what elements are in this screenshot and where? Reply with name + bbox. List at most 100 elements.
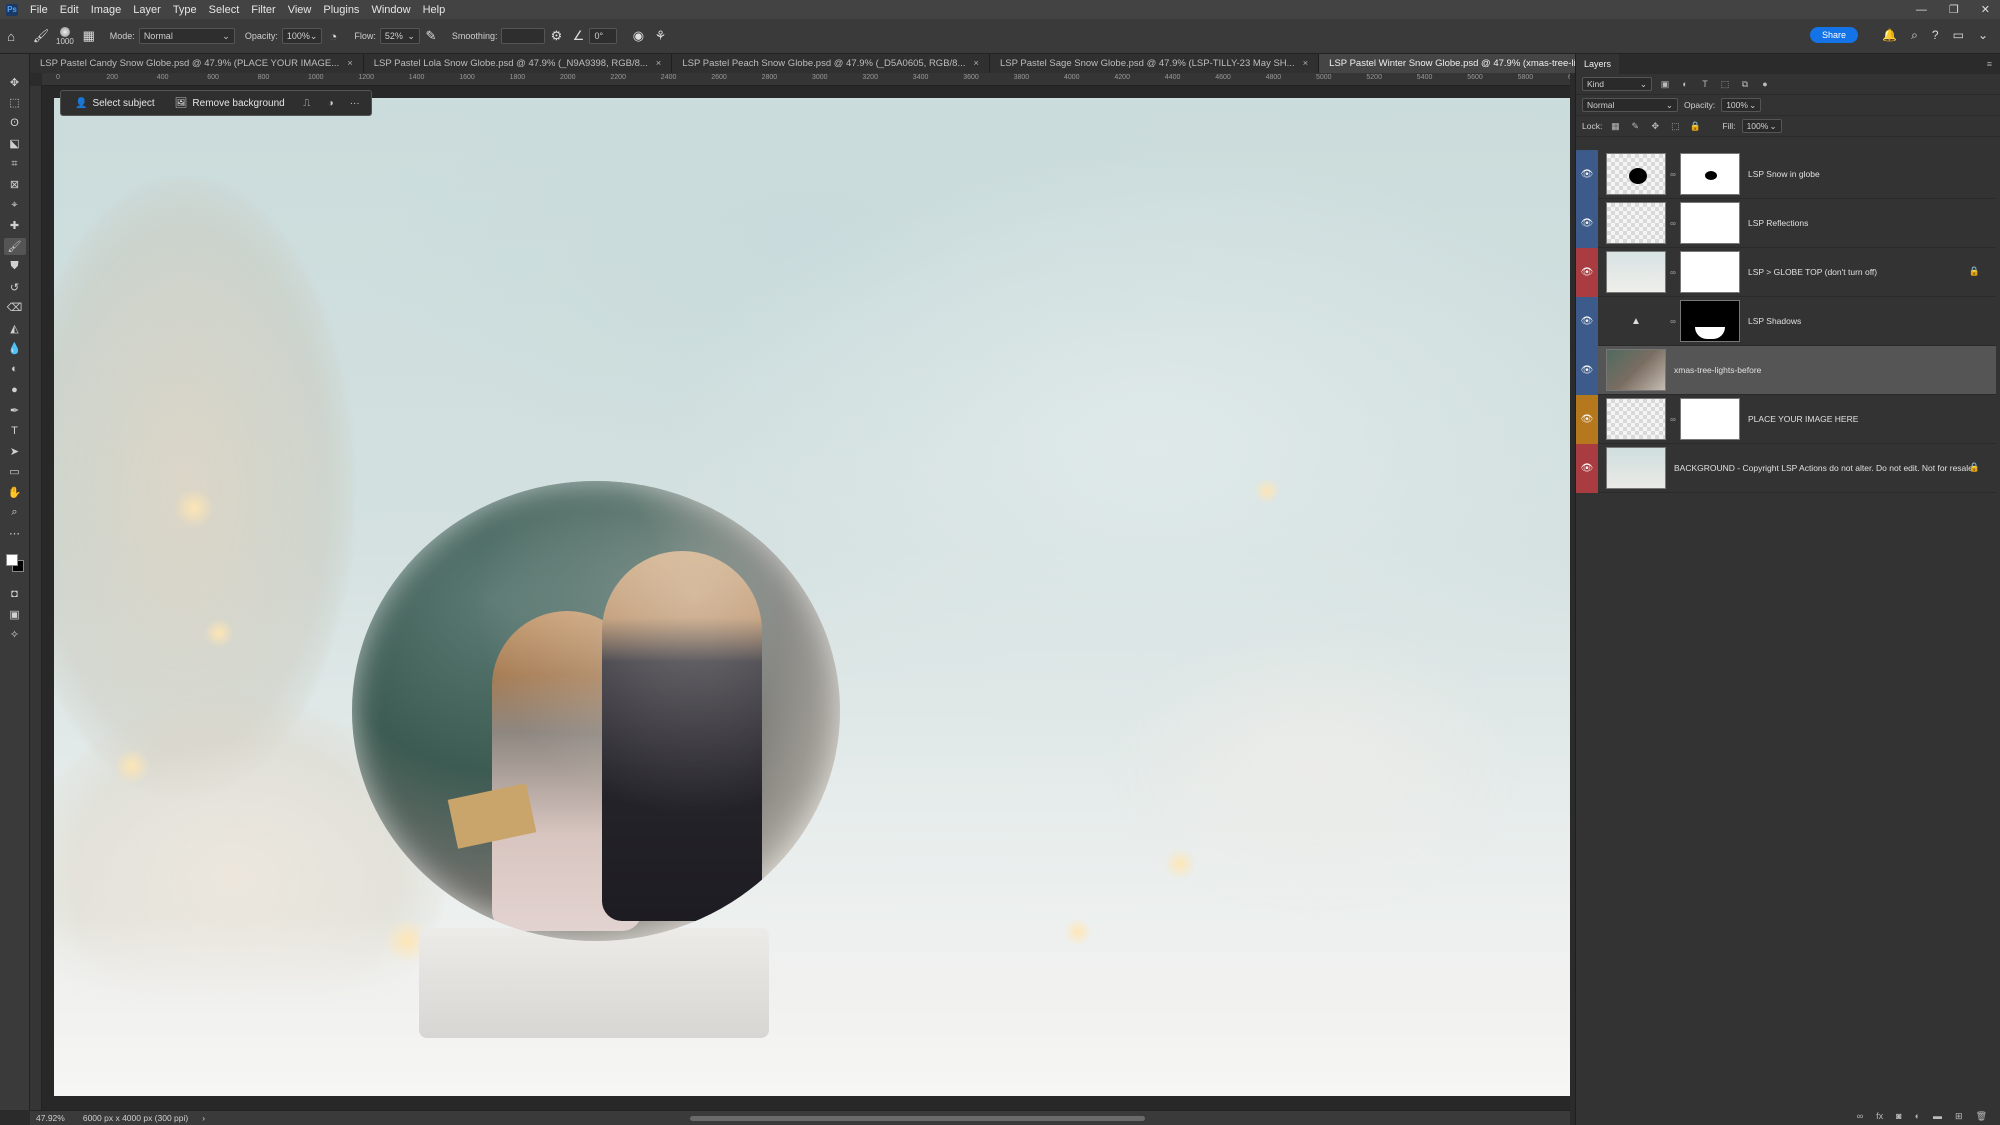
minimize-icon[interactable]: — bbox=[1916, 4, 1927, 16]
add-mask-icon[interactable]: ◙ bbox=[1896, 1111, 1901, 1121]
mask-icon[interactable]: ⎍ bbox=[297, 98, 317, 109]
mask-link-icon[interactable]: ∞ bbox=[1668, 170, 1678, 179]
layer-name[interactable]: LSP Snow in globe bbox=[1748, 169, 1820, 179]
remove-background-button[interactable]: 🖼 Remove background bbox=[167, 95, 293, 112]
move-tool-icon[interactable]: ✥ bbox=[4, 74, 26, 91]
lock-pixels-icon[interactable]: ✎ bbox=[1628, 121, 1642, 132]
lock-transparency-icon[interactable]: ▦ bbox=[1608, 121, 1622, 132]
flow-field[interactable]: 52% ⌄ bbox=[379, 28, 420, 44]
smoothing-field[interactable] bbox=[501, 28, 546, 44]
menu-filter[interactable]: Filter bbox=[245, 4, 281, 16]
menu-plugins[interactable]: Plugins bbox=[317, 4, 365, 16]
mode-select[interactable]: Normal ⌄ bbox=[138, 28, 235, 44]
brush-tool-preset-icon[interactable]: 🖌 bbox=[30, 25, 52, 47]
dodge-tool-icon[interactable]: ◐ bbox=[4, 361, 26, 378]
filter-kind-select[interactable]: Kind ⌄ bbox=[1582, 77, 1652, 91]
menu-edit[interactable]: Edit bbox=[54, 4, 85, 16]
layer-mask-thumbnail[interactable] bbox=[1680, 202, 1740, 244]
visibility-eye-icon[interactable]: 👁 bbox=[1576, 345, 1598, 395]
blur-tool-icon[interactable]: 💧 bbox=[4, 341, 26, 358]
more-tools-icon[interactable]: ⋯ bbox=[4, 525, 26, 542]
mask-link-icon[interactable]: ∞ bbox=[1668, 415, 1678, 424]
pixel-filter-icon[interactable]: ▣ bbox=[1658, 79, 1672, 90]
tab-peach-snow-globe[interactable]: LSP Pastel Peach Snow Globe.psd @ 47.9% … bbox=[672, 54, 990, 73]
tab-candy-snow-globe[interactable]: LSP Pastel Candy Snow Globe.psd @ 47.9% … bbox=[30, 54, 364, 73]
layer-fill-field[interactable]: 100% ⌄ bbox=[1741, 119, 1782, 133]
layer-name[interactable]: PLACE YOUR IMAGE HERE bbox=[1748, 414, 1858, 424]
lock-position-icon[interactable]: ✥ bbox=[1648, 121, 1662, 132]
shape-filter-icon[interactable]: ⬚ bbox=[1718, 79, 1732, 90]
generative-fill-icon[interactable]: ✧ bbox=[4, 627, 26, 644]
canvas-area[interactable] bbox=[42, 86, 1570, 1110]
layer-name[interactable]: BACKGROUND - Copyright LSP Actions do no… bbox=[1674, 463, 1975, 473]
menu-image[interactable]: Image bbox=[85, 4, 128, 16]
visibility-eye-icon[interactable]: 👁 bbox=[1576, 247, 1598, 297]
new-group-icon[interactable]: ▬ bbox=[1933, 1111, 1942, 1121]
history-brush-tool-icon[interactable]: ↺ bbox=[4, 279, 26, 296]
delete-layer-icon[interactable]: 🗑 bbox=[1976, 1111, 1987, 1122]
mask-link-icon[interactable]: ∞ bbox=[1668, 317, 1678, 326]
menu-view[interactable]: View bbox=[282, 4, 318, 16]
blend-mode-select[interactable]: Normal ⌄ bbox=[1582, 98, 1678, 112]
layer-mask-thumbnail[interactable] bbox=[1680, 300, 1740, 342]
adjustment-icon[interactable]: ◑ bbox=[321, 98, 341, 109]
more-options-icon[interactable]: ··· bbox=[345, 98, 365, 109]
healing-brush-tool-icon[interactable]: ✚ bbox=[4, 218, 26, 235]
workspace-icon[interactable]: ▭ bbox=[1953, 28, 1964, 43]
marquee-tool-icon[interactable]: ⬚ bbox=[4, 95, 26, 112]
path-selection-tool-icon[interactable]: ➤ bbox=[4, 443, 26, 460]
link-layers-icon[interactable]: ∞ bbox=[1857, 1111, 1863, 1121]
zoom-level[interactable]: 47.92% bbox=[36, 1113, 65, 1123]
layer-mask-thumbnail[interactable] bbox=[1680, 153, 1740, 195]
tab-close-icon[interactable]: × bbox=[973, 58, 979, 69]
smart-object-filter-icon[interactable]: ⧉ bbox=[1738, 79, 1752, 90]
brush-size-picker[interactable]: 1000 bbox=[56, 26, 74, 46]
new-layer-icon[interactable]: ⊞ bbox=[1955, 1111, 1963, 1122]
menu-window[interactable]: Window bbox=[365, 4, 416, 16]
visibility-eye-icon[interactable]: 👁 bbox=[1576, 394, 1598, 444]
menu-select[interactable]: Select bbox=[203, 4, 246, 16]
visibility-eye-icon[interactable]: 👁 bbox=[1576, 443, 1598, 493]
layer-style-icon[interactable]: fx bbox=[1876, 1111, 1883, 1121]
quick-mask-icon[interactable]: ◘ bbox=[4, 586, 26, 603]
zoom-tool-icon[interactable]: ⌕ bbox=[4, 505, 26, 522]
screen-mode-icon[interactable]: ▣ bbox=[4, 606, 26, 623]
restore-icon[interactable]: ❐ bbox=[1949, 3, 1959, 16]
search-icon[interactable]: ⌕ bbox=[1911, 28, 1918, 43]
lasso-tool-icon[interactable]: ʘ bbox=[4, 115, 26, 132]
layer-row[interactable]: 👁 xmas-tree-lights-before bbox=[1576, 345, 1996, 395]
pen-tool-icon[interactable]: ✒ bbox=[4, 402, 26, 419]
layer-row[interactable]: 👁 ∞ PLACE YOUR IMAGE HERE bbox=[1576, 394, 1996, 444]
status-arrow-icon[interactable]: › bbox=[202, 1113, 205, 1123]
horizontal-scrollbar[interactable] bbox=[690, 1116, 1145, 1121]
menu-type[interactable]: Type bbox=[167, 4, 203, 16]
notifications-icon[interactable]: 🔔 bbox=[1882, 28, 1897, 43]
lock-all-icon[interactable]: 🔒 bbox=[1688, 121, 1702, 132]
home-icon[interactable]: ⌂ bbox=[0, 25, 22, 47]
layer-row[interactable]: 👁 ▲ ∞ LSP Shadows bbox=[1576, 296, 1996, 346]
clone-stamp-tool-icon[interactable]: ⛊ bbox=[4, 259, 26, 276]
share-button[interactable]: Share bbox=[1809, 27, 1858, 43]
type-filter-icon[interactable]: T bbox=[1698, 79, 1712, 89]
mask-link-icon[interactable]: ∞ bbox=[1668, 219, 1678, 228]
lock-artboard-icon[interactable]: ⬚ bbox=[1668, 121, 1682, 132]
menu-help[interactable]: Help bbox=[417, 4, 452, 16]
eyedropper-tool-icon[interactable]: ⌖ bbox=[4, 197, 26, 214]
color-swatches[interactable] bbox=[4, 552, 26, 576]
symmetry-icon[interactable]: ⚘ bbox=[649, 25, 671, 47]
adjustment-filter-icon[interactable]: ◐ bbox=[1678, 79, 1692, 89]
pressure-size-icon[interactable]: ◉ bbox=[627, 25, 649, 47]
tab-lola-snow-globe[interactable]: LSP Pastel Lola Snow Globe.psd @ 47.9% (… bbox=[363, 54, 673, 73]
hand-tool-icon[interactable]: ✋ bbox=[4, 484, 26, 501]
tab-close-icon[interactable]: × bbox=[1303, 58, 1309, 69]
filter-toggle-icon[interactable]: ● bbox=[1758, 79, 1772, 89]
visibility-eye-icon[interactable]: 👁 bbox=[1576, 149, 1598, 199]
sponge-tool-icon[interactable]: ● bbox=[4, 382, 26, 399]
tab-close-icon[interactable]: × bbox=[347, 58, 353, 69]
layer-mask-thumbnail[interactable] bbox=[1680, 251, 1740, 293]
layer-name[interactable]: LSP Shadows bbox=[1748, 316, 1801, 326]
frame-tool-icon[interactable]: ⊠ bbox=[4, 177, 26, 194]
angle-field[interactable]: 0° bbox=[589, 28, 618, 44]
airbrush-icon[interactable]: ✎ bbox=[420, 25, 442, 47]
tab-sage-snow-globe[interactable]: LSP Pastel Sage Snow Globe.psd @ 47.9% (… bbox=[989, 54, 1320, 73]
